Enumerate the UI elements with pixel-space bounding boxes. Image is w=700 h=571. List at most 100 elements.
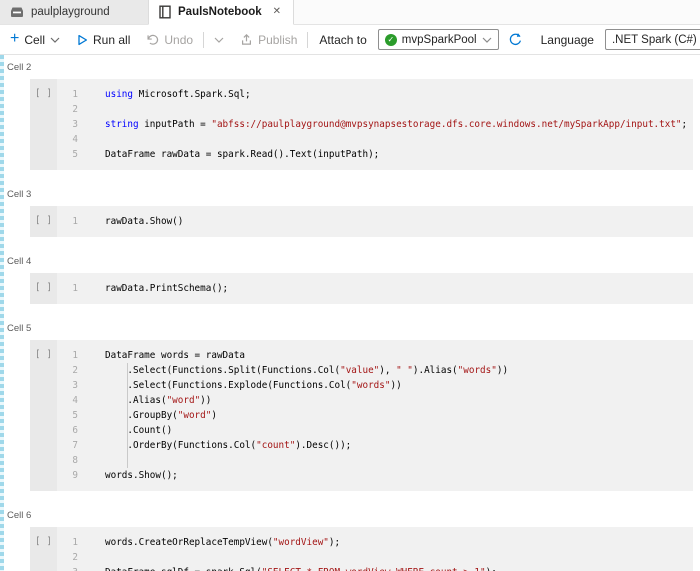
string-token: "word" xyxy=(178,410,212,421)
line-number: 1 xyxy=(57,281,78,296)
cell-editor[interactable]: 1rawData.Show() xyxy=(57,206,693,237)
code-line: 1 rawData.PrintSchema(); xyxy=(57,281,693,296)
code-token: )) xyxy=(497,365,508,376)
cell-code-block[interactable]: [ ]1 rawData.PrintSchema(); xyxy=(30,273,693,304)
cell-editor[interactable]: 1words.CreateOrReplaceTempView("wordView… xyxy=(57,527,693,571)
code-text: words.Show(); xyxy=(78,468,178,483)
tab-paulplayground[interactable]: paulplayground xyxy=(0,0,148,24)
code-line: 8 xyxy=(57,453,693,468)
publish-button[interactable]: Publish xyxy=(232,25,305,54)
cell-code-block[interactable]: [ ]1using Microsoft.Spark.Sql;23string i… xyxy=(30,79,693,170)
close-icon[interactable]: ✕ xyxy=(271,5,283,19)
cell-editor[interactable]: 1 rawData.PrintSchema(); xyxy=(57,273,693,304)
code-line: 2 xyxy=(57,550,693,565)
code-text xyxy=(78,550,105,565)
attach-to-dropdown[interactable]: ✓ mvpSparkPool xyxy=(378,29,499,50)
code-text: .GroupBy("word") xyxy=(78,408,217,423)
code-line: 3DataFrame sqlDf = spark.Sql("SELECT * F… xyxy=(57,565,693,571)
cell-title: Cell 6 xyxy=(7,510,700,521)
refresh-icon xyxy=(508,32,523,47)
cell-run-button[interactable]: [ ] xyxy=(30,340,57,491)
toolbar-separator xyxy=(203,32,204,48)
line-number: 6 xyxy=(57,423,78,438)
cell-run-button[interactable]: [ ] xyxy=(30,273,57,304)
string-token: "count" xyxy=(256,440,295,451)
code-token: .Select(Functions.Explode(Functions.Col( xyxy=(105,380,351,391)
cell-editor[interactable]: 1 DataFrame words = rawData 2 .Select(Func… xyxy=(57,340,693,491)
code-line: 9words.Show(); xyxy=(57,468,693,483)
code-token: ) xyxy=(211,410,217,421)
code-text xyxy=(78,453,105,468)
code-line: 3 .Select(Functions.Explode(Functions.Co… xyxy=(57,378,693,393)
play-icon xyxy=(76,34,88,46)
line-number: 2 xyxy=(57,363,78,378)
cell-run-button[interactable]: [ ] xyxy=(30,206,57,237)
code-token: rawData.PrintSchema(); xyxy=(105,283,228,294)
left-edge-strip xyxy=(0,55,4,571)
code-token: words.CreateOrReplaceTempView( xyxy=(105,537,273,548)
cells: Cell 2[ ]1using Microsoft.Spark.Sql;23st… xyxy=(0,62,700,571)
chevron-down-icon xyxy=(482,37,492,43)
notebook-cell-4: Cell 4 [ ]1 rawData.PrintSchema(); xyxy=(0,256,700,304)
publish-icon xyxy=(240,33,253,46)
line-number: 3 xyxy=(57,565,78,571)
code-token: ), xyxy=(379,365,396,376)
code-token: Microsoft.Spark.Sql; xyxy=(133,89,251,100)
cell-run-button[interactable]: [ ] xyxy=(30,79,57,170)
cell-run-button[interactable]: [ ] xyxy=(30,527,57,571)
pool-attached-icon: ✓ xyxy=(385,34,397,46)
toolbar-separator xyxy=(307,32,308,48)
code-text: DataFrame sqlDf = spark.Sql("SELECT * FR… xyxy=(78,565,497,571)
cell-title: Cell 4 xyxy=(7,256,700,267)
code-line: 5 DataFrame rawData = spark.Read().Text(i… xyxy=(57,147,693,162)
code-token: .Count() xyxy=(105,425,172,436)
code-token: )) xyxy=(200,395,211,406)
string-token: "abfss://paulplayground@mvpsynapsestorag… xyxy=(211,119,681,130)
code-text: DataFrame rawData = spark.Read().Text(in… xyxy=(78,147,379,162)
cell-code-block[interactable]: [ ]1words.CreateOrReplaceTempView("wordV… xyxy=(30,527,693,571)
code-token: DataFrame rawData = spark.Read().Text(in… xyxy=(105,149,379,160)
line-number: 1 xyxy=(57,348,78,363)
code-line: 2 .Select(Functions.Split(Functions.Col(… xyxy=(57,363,693,378)
cell-code-block[interactable]: [ ]1rawData.Show() xyxy=(30,206,693,237)
code-text xyxy=(78,102,105,117)
code-token: ).Alias( xyxy=(413,365,458,376)
publish-label: Publish xyxy=(258,33,297,47)
line-number: 5 xyxy=(57,147,78,162)
undo-menu-button[interactable] xyxy=(206,25,232,54)
code-token: .Alias( xyxy=(105,395,167,406)
code-line: 4 xyxy=(57,132,693,147)
cell-code-block[interactable]: [ ]1 DataFrame words = rawData 2 .Select(F… xyxy=(30,340,693,491)
line-number: 3 xyxy=(57,117,78,132)
code-token: ).Desc()); xyxy=(295,440,351,451)
keyword-token: string xyxy=(105,119,139,130)
language-dropdown[interactable]: .NET Spark (C#) xyxy=(605,29,700,50)
add-cell-button[interactable]: + Cell xyxy=(2,25,68,54)
notebook-cell-3: Cell 3 [ ]1rawData.Show() xyxy=(0,189,700,237)
undo-icon xyxy=(146,34,159,46)
notebook-cell-5: Cell 5[ ]1DataFrame words = rawData2 .Se… xyxy=(0,323,700,491)
code-token: .GroupBy( xyxy=(105,410,178,421)
code-text: rawData.Show() xyxy=(78,214,183,229)
code-token: inputPath = xyxy=(139,119,212,130)
attach-to-label: Attach to xyxy=(310,33,375,47)
code-text: using Microsoft.Spark.Sql; xyxy=(78,87,251,102)
run-all-button[interactable]: Run all xyxy=(68,25,138,54)
code-token: DataFrame words = rawData xyxy=(105,350,245,361)
code-text: .Count() xyxy=(78,423,172,438)
string-token: "SELECT * FROM wordView WHERE count > 1" xyxy=(262,567,486,571)
tab-paulsnotebook[interactable]: PaulsNotebook ✕ xyxy=(148,0,294,25)
code-line: 1rawData.Show() xyxy=(57,214,693,229)
code-text: string inputPath = "abfss://paulplaygrou… xyxy=(78,117,687,132)
code-token: ; xyxy=(682,119,688,130)
tab-label: PaulsNotebook xyxy=(178,6,262,18)
cell-editor[interactable]: 1using Microsoft.Spark.Sql;23string inpu… xyxy=(57,79,693,170)
undo-button[interactable]: Undo xyxy=(138,25,201,54)
code-token: DataFrame sqlDf = spark.Sql( xyxy=(105,567,262,571)
string-token: "words" xyxy=(351,380,390,391)
refresh-button[interactable] xyxy=(499,25,532,54)
cell-title: Cell 3 xyxy=(7,189,700,200)
line-number: 2 xyxy=(57,102,78,117)
cell-title: Cell 2 xyxy=(7,62,700,73)
code-text: DataFrame words = rawData xyxy=(78,348,245,363)
